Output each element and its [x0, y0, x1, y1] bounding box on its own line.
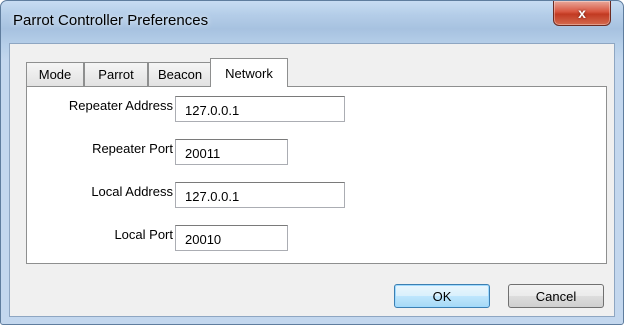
tab-network[interactable]: Network	[210, 58, 288, 87]
tab-beacon[interactable]: Beacon	[148, 62, 212, 86]
tab-mode[interactable]: Mode	[26, 62, 84, 86]
cancel-button[interactable]: Cancel	[508, 284, 604, 308]
tab-parrot[interactable]: Parrot	[84, 62, 148, 86]
ok-button[interactable]: OK	[394, 284, 490, 308]
network-tab-panel: Repeater Address 127.0.0.1 Repeater Port…	[26, 86, 607, 264]
local-address-input[interactable]: 127.0.0.1	[175, 182, 345, 208]
close-icon: x	[578, 5, 586, 21]
repeater-address-label: Repeater Address	[68, 98, 173, 113]
dialog-client-area: Mode Parrot Beacon Network Repeater Addr…	[9, 43, 615, 317]
local-port-label: Local Port	[114, 227, 173, 242]
local-address-label: Local Address	[91, 184, 173, 199]
dialog-window: Parrot Controller Preferences x Mode Par…	[0, 0, 624, 325]
repeater-port-label: Repeater Port	[92, 141, 173, 156]
window-title: Parrot Controller Preferences	[13, 12, 209, 29]
repeater-address-input[interactable]: 127.0.0.1	[175, 96, 345, 122]
close-button[interactable]: x	[553, 1, 611, 26]
repeater-port-input[interactable]: 20011	[175, 139, 288, 165]
local-port-input[interactable]: 20010	[175, 225, 288, 251]
